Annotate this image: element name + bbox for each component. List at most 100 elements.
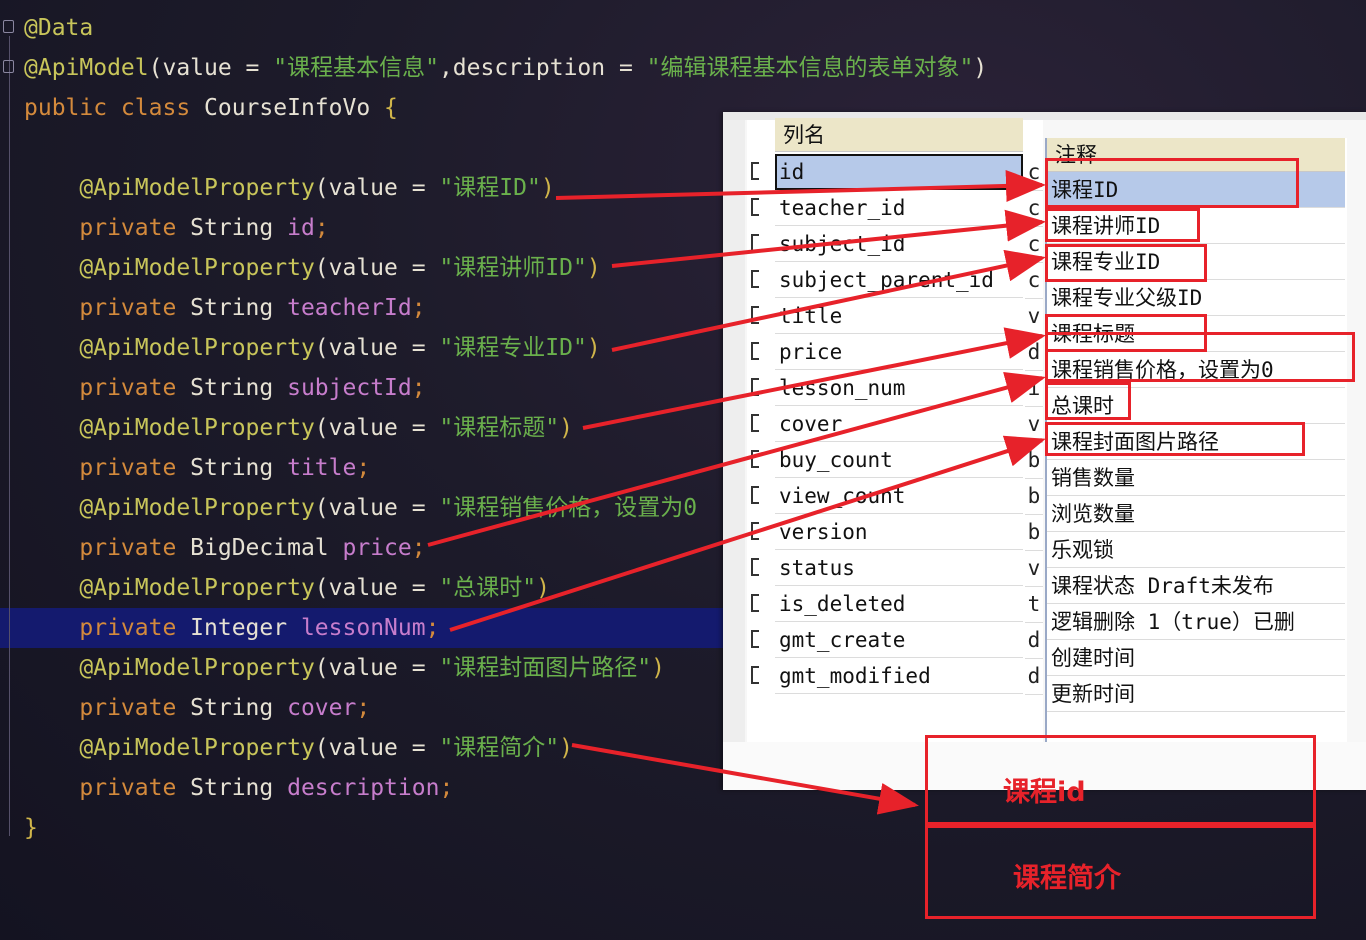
row-selector-icon[interactable] — [747, 586, 765, 620]
column-name-cell[interactable]: lesson_num — [775, 370, 1023, 406]
column-comment-cell[interactable]: 更新时间 — [1047, 676, 1345, 712]
column-comment-cell[interactable]: 乐观锁 — [1047, 532, 1345, 568]
header-column-name[interactable]: 列名 — [775, 118, 1023, 152]
column-type-cell[interactable]: c — [1025, 190, 1043, 227]
highlight-box-teacher-id — [1045, 208, 1200, 242]
row-selector-icon[interactable] — [747, 514, 765, 548]
column-type-cell[interactable]: b — [1025, 478, 1043, 515]
row-selector-icon[interactable] — [747, 442, 765, 476]
column-type-cell[interactable]: d — [1025, 658, 1043, 695]
column-type-cell[interactable]: d — [1025, 334, 1043, 371]
code-line[interactable]: private Integer lessonNum; — [24, 608, 439, 648]
code-line[interactable]: } — [24, 808, 38, 848]
column-comment-cell[interactable]: 逻辑删除 1（true）已删 — [1047, 604, 1345, 640]
row-selector-icon[interactable] — [747, 478, 765, 512]
code-line[interactable]: private String title; — [24, 448, 370, 488]
code-token: (value = — [148, 55, 274, 81]
column-name-cell[interactable]: subject_parent_id — [775, 262, 1023, 298]
column-name-cell[interactable]: price — [775, 334, 1023, 370]
highlight-box-lesson-num — [1045, 382, 1131, 420]
column-type-cell[interactable]: v — [1025, 550, 1043, 587]
code-line[interactable]: @ApiModelProperty(value = "课程标题") — [24, 408, 573, 448]
code-line[interactable]: @ApiModel(value = "课程基本信息",description =… — [24, 48, 987, 88]
column-type-cell[interactable]: c — [1025, 226, 1043, 263]
column-name-cell[interactable]: status — [775, 550, 1023, 586]
column-name-cell[interactable]: id — [775, 154, 1023, 190]
column-name-cell[interactable]: gmt_modified — [775, 658, 1023, 694]
fold-marker-icon[interactable] — [3, 60, 14, 73]
code-token: String — [190, 295, 288, 321]
row-selector-icon[interactable] — [747, 262, 765, 296]
code-line[interactable]: private BigDecimal price; — [24, 528, 425, 568]
column-type-cell[interactable]: c — [1025, 154, 1043, 191]
code-line[interactable]: private String description; — [24, 768, 453, 808]
code-token: String — [190, 455, 288, 481]
code-line[interactable]: private String teacherId; — [24, 288, 425, 328]
code-line[interactable]: private String subjectId; — [24, 368, 425, 408]
code-line[interactable]: @ApiModelProperty(value = "课程专业ID") — [24, 328, 601, 368]
row-selector-icon[interactable] — [747, 370, 765, 404]
code-token: (value = — [314, 335, 440, 361]
code-token: @ApiModelProperty — [79, 655, 315, 681]
code-line[interactable]: @ApiModelProperty(value = "课程ID") — [24, 168, 554, 208]
code-token: (value = — [314, 575, 440, 601]
fold-marker-icon[interactable] — [3, 20, 14, 33]
row-selector-icon[interactable] — [747, 658, 765, 692]
column-type-cell[interactable]: i — [1025, 370, 1043, 407]
row-selector-icon[interactable] — [747, 298, 765, 332]
code-line[interactable]: @ApiModelProperty(value = "总课时") — [24, 568, 550, 608]
code-token: ) — [586, 255, 601, 281]
code-token: ; — [356, 695, 371, 721]
code-token: { — [384, 95, 398, 121]
column-name-cell[interactable]: version — [775, 514, 1023, 550]
code-line[interactable]: @ApiModelProperty(value = "课程讲师ID") — [24, 248, 601, 288]
column-type-cell[interactable]: c — [1025, 262, 1043, 299]
code-line[interactable]: @ApiModelProperty(value = "课程封面图片路径") — [24, 648, 665, 688]
column-name-cell[interactable]: subject_id — [775, 226, 1023, 262]
row-selector-icon[interactable] — [747, 334, 765, 368]
column-name-cell[interactable]: view_count — [775, 478, 1023, 514]
column-type-cell[interactable]: v — [1025, 298, 1043, 335]
row-selector-icon[interactable] — [747, 550, 765, 584]
row-selector-icon[interactable] — [747, 190, 765, 224]
code-line[interactable]: private String id; — [24, 208, 328, 248]
column-name-cell[interactable]: cover — [775, 406, 1023, 442]
column-name-cell[interactable]: title — [775, 298, 1023, 334]
code-line[interactable]: @Data — [24, 8, 93, 48]
column-comment-cell[interactable]: 课程专业父级ID — [1047, 280, 1345, 316]
column-comment-cell[interactable]: 课程状态 Draft未发布 — [1047, 568, 1345, 604]
editor-gutter — [0, 0, 18, 940]
column-comment-cell[interactable]: 销售数量 — [1047, 460, 1345, 496]
column-type-cell[interactable]: d — [1025, 622, 1043, 659]
code-token: ) — [973, 55, 988, 81]
highlight-box-course-id — [1045, 158, 1299, 208]
column-type-cell[interactable]: t — [1025, 586, 1043, 623]
code-line[interactable]: public class CourseInfoVo { — [24, 88, 398, 128]
column-name-cell[interactable]: buy_count — [775, 442, 1023, 478]
column-type-cell[interactable]: v — [1025, 406, 1043, 443]
column-type-cell[interactable]: b — [1025, 514, 1043, 551]
code-line[interactable]: private String cover; — [24, 688, 370, 728]
callout-label-description: 课程简介 — [1013, 863, 1121, 894]
row-selector-icon[interactable] — [747, 406, 765, 440]
code-line[interactable]: @ApiModelProperty(value = "课程销售价格，设置为0 — [24, 488, 697, 528]
code-line[interactable]: @ApiModelProperty(value = "课程简介") — [24, 728, 573, 768]
code-token: Integer — [190, 615, 301, 641]
column-comment-cell[interactable]: 浏览数量 — [1047, 496, 1345, 532]
column-name-cell[interactable]: is_deleted — [775, 586, 1023, 622]
column-comment-cell[interactable]: 创建时间 — [1047, 640, 1345, 676]
row-selector-icon[interactable] — [747, 154, 765, 188]
code-token: ; — [439, 775, 454, 801]
code-token: ) — [586, 335, 601, 361]
column-name-cell[interactable]: teacher_id — [775, 190, 1023, 226]
code-token: ; — [356, 455, 371, 481]
row-selector-icon[interactable] — [747, 226, 765, 260]
column-type-cell[interactable]: b — [1025, 442, 1043, 479]
code-token: String — [190, 775, 288, 801]
column-name-cell[interactable]: gmt_create — [775, 622, 1023, 658]
code-token: public class — [24, 95, 205, 121]
row-selector-icon[interactable] — [747, 622, 765, 656]
